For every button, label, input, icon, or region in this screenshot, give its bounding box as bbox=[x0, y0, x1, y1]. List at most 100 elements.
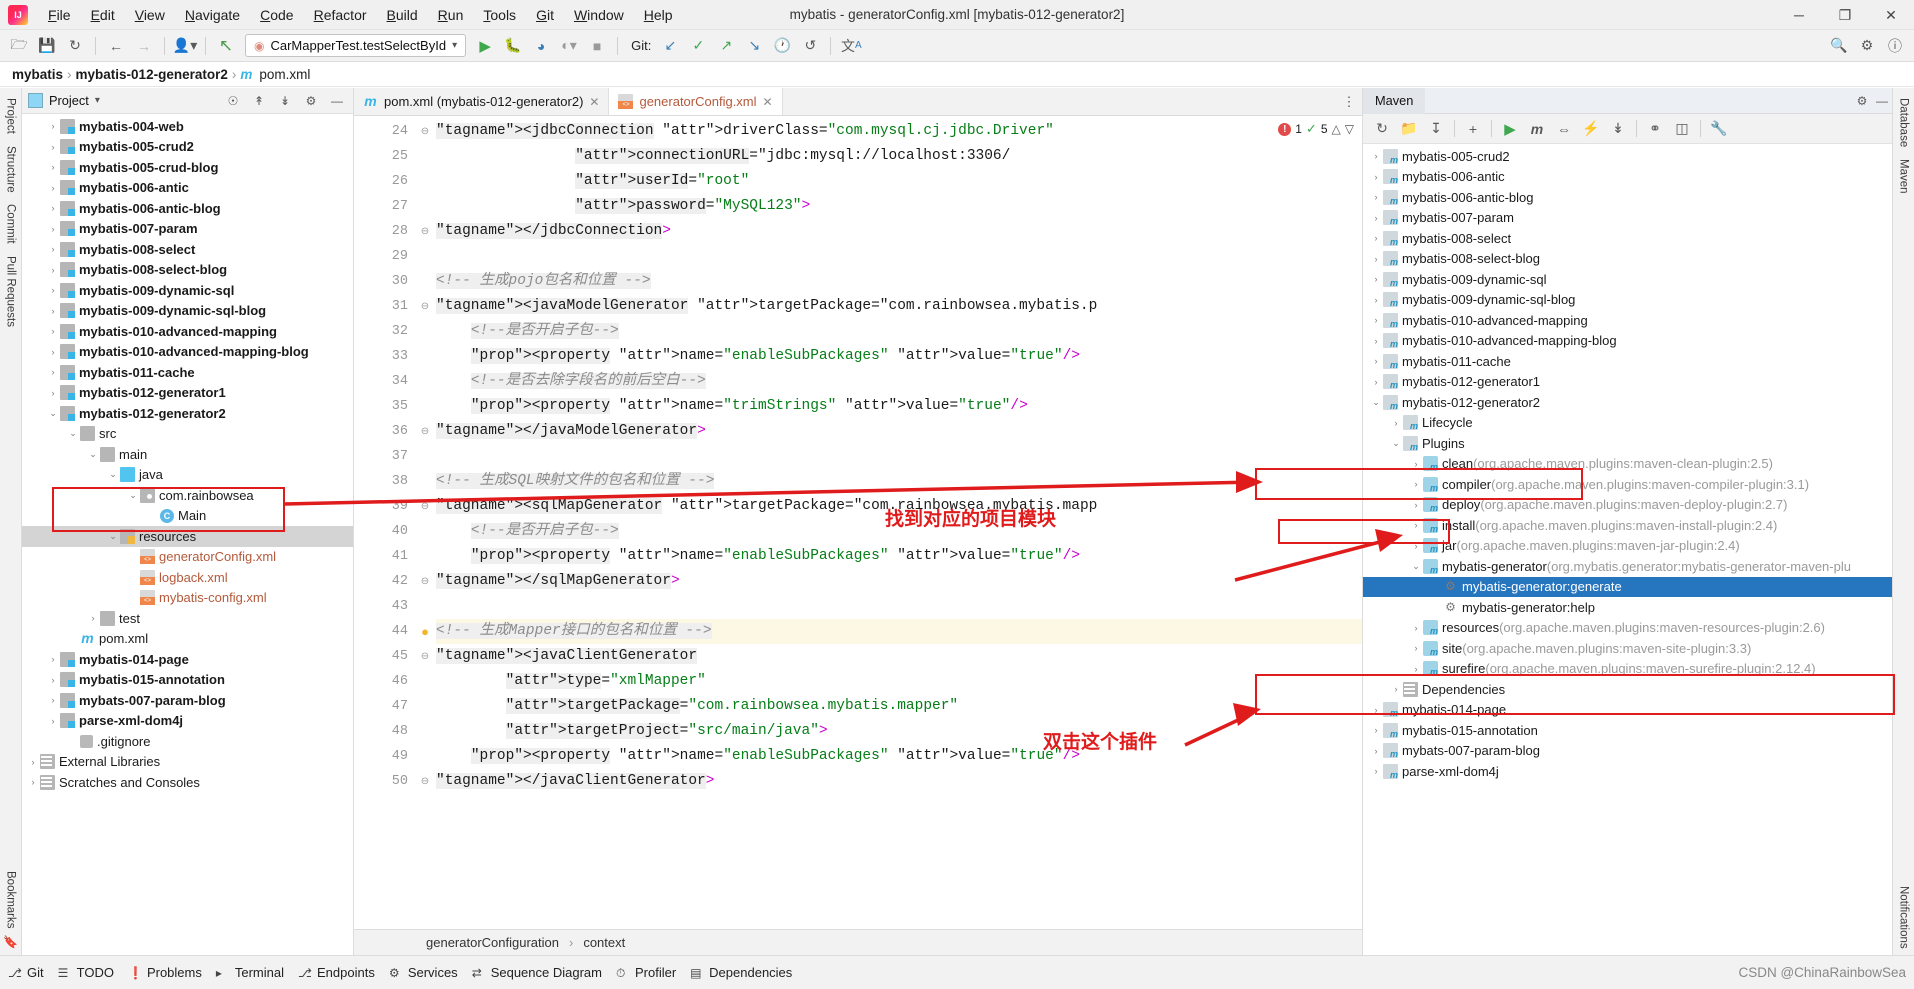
code-line-48[interactable]: "attr">targetProject="src/main/java"> bbox=[436, 719, 1362, 744]
maven-tree[interactable]: ›mybatis-005-crud2›mybatis-006-antic›myb… bbox=[1363, 144, 1892, 955]
hide-panel-icon[interactable]: — bbox=[327, 91, 347, 111]
status-bar-item-services[interactable]: ⚙Services bbox=[389, 965, 458, 980]
chevron-right-icon[interactable]: › bbox=[1369, 705, 1383, 715]
maven-tree-item[interactable]: ›install (org.apache.maven.plugins:maven… bbox=[1363, 515, 1892, 536]
project-tree-item[interactable]: ⌄src bbox=[22, 424, 353, 445]
status-bar-item-endpoints[interactable]: ⎇Endpoints bbox=[298, 965, 375, 980]
run-configuration-selector[interactable]: ◉ CarMapperTest.testSelectById ▾ bbox=[245, 34, 466, 57]
status-bar-item-git[interactable]: ⎇Git bbox=[8, 965, 44, 980]
menu-item-git[interactable]: Git bbox=[526, 3, 564, 27]
menu-item-edit[interactable]: Edit bbox=[81, 3, 125, 27]
chevron-right-icon[interactable]: › bbox=[46, 347, 60, 357]
maximize-button[interactable]: ❐ bbox=[1822, 0, 1868, 30]
search-icon[interactable]: 🔍 bbox=[1826, 34, 1852, 58]
tool-tab-database[interactable]: Database bbox=[1896, 92, 1912, 153]
maven-tree-item[interactable]: ›mybatis-008-select-blog bbox=[1363, 249, 1892, 270]
maven-toolbar[interactable]: ↻ 📁 ↧ + ▶ m ⇔ ⚡ ↡ ⚭ ◫ 🔧 bbox=[1363, 114, 1892, 144]
tool-tab-commit[interactable]: Commit bbox=[3, 198, 19, 250]
open-folder-icon[interactable]: 🗁 bbox=[6, 34, 32, 58]
project-tree-item[interactable]: ›mpom.xml bbox=[22, 629, 353, 650]
menu-item-window[interactable]: Window bbox=[564, 3, 634, 27]
expand-all-icon[interactable]: ↟ bbox=[249, 91, 269, 111]
gear-icon[interactable]: ⚙ bbox=[1852, 91, 1872, 111]
sync-icon[interactable]: ↻ bbox=[62, 34, 88, 58]
maven-tree-item[interactable]: ›resources (org.apache.maven.plugins:mav… bbox=[1363, 618, 1892, 639]
maven-tree-item[interactable]: ›surefire (org.apache.maven.plugins:mave… bbox=[1363, 659, 1892, 680]
more-options-icon[interactable]: ⋮ bbox=[1336, 88, 1362, 115]
project-tree-item[interactable]: ›mybatis-008-select bbox=[22, 239, 353, 260]
maven-tree-item[interactable]: ›compiler (org.apache.maven.plugins:mave… bbox=[1363, 474, 1892, 495]
project-tree-item[interactable]: ⌄main bbox=[22, 444, 353, 465]
undo-arrow-icon[interactable]: ↖ bbox=[213, 34, 239, 58]
run-maven-icon[interactable]: ▶ bbox=[1497, 117, 1523, 141]
maven-tree-item[interactable]: ›clean (org.apache.maven.plugins:maven-c… bbox=[1363, 454, 1892, 475]
project-tree-item[interactable]: ›mybatis-011-cache bbox=[22, 362, 353, 383]
chevron-down-icon[interactable]: ⌄ bbox=[86, 449, 100, 460]
code-line-28[interactable]: "tagname"></jdbcConnection> bbox=[436, 219, 1362, 244]
chevron-right-icon[interactable]: › bbox=[126, 552, 140, 562]
code-line-38[interactable]: <!-- 生成SQL映射文件的包名和位置 --> bbox=[436, 469, 1362, 494]
chevron-right-icon[interactable]: › bbox=[1429, 582, 1443, 592]
project-tree-item[interactable]: ›mybats-007-param-blog bbox=[22, 690, 353, 711]
git-update-icon[interactable]: ↙ bbox=[657, 34, 683, 58]
breadcrumb-item-2[interactable]: pom.xml bbox=[259, 67, 310, 82]
maven-tree-item[interactable]: ›mybatis-015-annotation bbox=[1363, 720, 1892, 741]
chevron-right-icon[interactable]: › bbox=[1369, 192, 1383, 202]
status-bar-item-sequence-diagram[interactable]: ⇄Sequence Diagram bbox=[472, 965, 602, 980]
profiles-icon[interactable]: ◫ bbox=[1669, 117, 1695, 141]
chevron-right-icon[interactable]: › bbox=[1369, 254, 1383, 264]
chevron-right-icon[interactable]: › bbox=[46, 203, 60, 213]
code-line-41[interactable]: "prop"><property "attr">name="enableSubP… bbox=[436, 544, 1362, 569]
chevron-right-icon[interactable]: › bbox=[126, 572, 140, 582]
save-icon[interactable]: 💾 bbox=[34, 34, 60, 58]
chevron-down-icon[interactable]: ⌄ bbox=[106, 531, 120, 542]
fold-marker-icon[interactable]: ⊖ bbox=[414, 644, 436, 669]
maven-tree-item[interactable]: ›⚙mybatis-generator:help bbox=[1363, 597, 1892, 618]
chevron-right-icon[interactable]: › bbox=[1409, 541, 1423, 551]
chevron-right-icon[interactable]: › bbox=[1429, 602, 1443, 612]
chevron-down-icon[interactable]: ⌄ bbox=[1409, 561, 1423, 572]
maven-tree-item[interactable]: ›mybatis-008-select bbox=[1363, 228, 1892, 249]
tool-tab-notifications[interactable]: Notifications bbox=[1896, 880, 1912, 955]
menu-item-refactor[interactable]: Refactor bbox=[304, 3, 377, 27]
user-icon[interactable]: 👤▾ bbox=[172, 34, 198, 58]
chevron-down-icon[interactable]: ⌄ bbox=[106, 469, 120, 480]
maven-tree-item[interactable]: ›mybatis-007-param bbox=[1363, 208, 1892, 229]
maven-tree-item[interactable]: ›mybatis-006-antic-blog bbox=[1363, 187, 1892, 208]
maven-tree-item[interactable]: ›mybatis-006-antic bbox=[1363, 167, 1892, 188]
maven-tree-item[interactable]: ›mybatis-014-page bbox=[1363, 700, 1892, 721]
code-line-33[interactable]: "prop"><property "attr">name="enableSubP… bbox=[436, 344, 1362, 369]
tool-tab-bookmarks[interactable]: Bookmarks bbox=[3, 865, 19, 935]
project-tree-item[interactable]: ›parse-xml-dom4j bbox=[22, 711, 353, 732]
execute-goal-icon[interactable]: ⚡ bbox=[1578, 117, 1604, 141]
breadcrumb-item-1[interactable]: mybatis-012-generator2 bbox=[76, 67, 228, 82]
code-line-26[interactable]: "attr">userId="root" bbox=[436, 169, 1362, 194]
project-tree-item[interactable]: ⌄resources bbox=[22, 526, 353, 547]
code-line-35[interactable]: "prop"><property "attr">name="trimString… bbox=[436, 394, 1362, 419]
code-line-46[interactable]: "attr">type="xmlMapper" bbox=[436, 669, 1362, 694]
chevron-right-icon[interactable]: › bbox=[1409, 479, 1423, 489]
git-history-icon[interactable]: 🕐 bbox=[769, 34, 795, 58]
prev-problem-icon[interactable]: △ bbox=[1332, 122, 1341, 136]
project-tree-item[interactable]: ⌄java bbox=[22, 465, 353, 486]
breadcrumb[interactable]: mybatis›mybatis-012-generator2›mpom.xml bbox=[0, 62, 1914, 87]
menu-item-tools[interactable]: Tools bbox=[473, 3, 526, 27]
code-line-31[interactable]: "tagname"><javaModelGenerator "attr">tar… bbox=[436, 294, 1362, 319]
fold-marker-icon[interactable]: ⊖ bbox=[414, 119, 436, 144]
chevron-right-icon[interactable]: › bbox=[1369, 746, 1383, 756]
plus-icon[interactable]: + bbox=[1460, 117, 1486, 141]
project-tree-item[interactable]: ›mybatis-009-dynamic-sql bbox=[22, 280, 353, 301]
code-line-43[interactable] bbox=[436, 594, 1362, 619]
menu-item-run[interactable]: Run bbox=[428, 3, 474, 27]
fold-marker-icon[interactable]: ⊖ bbox=[414, 494, 436, 519]
chevron-right-icon[interactable]: › bbox=[46, 142, 60, 152]
fold-marker-icon[interactable]: ⊖ bbox=[414, 419, 436, 444]
chevron-right-icon[interactable]: › bbox=[46, 285, 60, 295]
menu-item-build[interactable]: Build bbox=[377, 3, 428, 27]
maven-m-icon[interactable]: m bbox=[1524, 117, 1550, 141]
git-commit-icon[interactable]: ✓ bbox=[685, 34, 711, 58]
minimize-icon[interactable]: — bbox=[1872, 91, 1892, 111]
chevron-right-icon[interactable]: › bbox=[1369, 377, 1383, 387]
chevron-right-icon[interactable]: › bbox=[46, 654, 60, 664]
inspection-widget[interactable]: ! 1 ✓ 5 △ ▽ bbox=[1270, 116, 1362, 142]
